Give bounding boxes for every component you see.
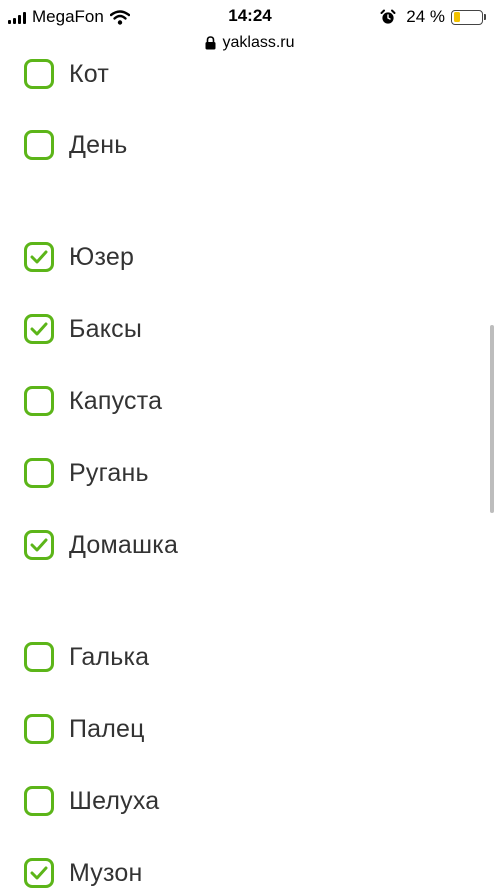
- option-label: Баксы: [69, 314, 142, 343]
- option-item[interactable]: Музон: [24, 855, 143, 891]
- option-label: Палец: [69, 714, 145, 743]
- option-label: День: [69, 130, 128, 159]
- checkbox[interactable]: [24, 530, 54, 560]
- checkmark-icon: [30, 866, 48, 880]
- checkbox[interactable]: [24, 386, 54, 416]
- option-item[interactable]: День: [24, 127, 127, 163]
- checkbox[interactable]: [24, 314, 54, 344]
- status-right: 24 %: [380, 7, 486, 27]
- option-item[interactable]: Баксы: [24, 311, 142, 347]
- checkbox[interactable]: [24, 858, 54, 888]
- option-item[interactable]: Капуста: [24, 383, 162, 419]
- alarm-clock-icon: [380, 9, 396, 25]
- option-item[interactable]: Палец: [24, 711, 145, 747]
- checkmark-icon: [30, 538, 48, 552]
- option-label: Ругань: [69, 458, 149, 487]
- checkbox[interactable]: [24, 242, 54, 272]
- battery-percent: 24 %: [406, 7, 445, 26]
- battery-icon: [451, 9, 483, 25]
- battery-level-fill: [453, 12, 460, 22]
- checkbox[interactable]: [24, 642, 54, 672]
- option-label: Галька: [69, 642, 150, 671]
- option-label: Домашка: [69, 530, 179, 559]
- url-text: yaklass.ru: [222, 34, 295, 51]
- checkbox[interactable]: [24, 714, 54, 744]
- option-label: Капуста: [69, 386, 163, 415]
- checkbox[interactable]: [24, 786, 54, 816]
- scrollbar[interactable]: [490, 325, 494, 513]
- answer-options-list: Кот День Юзер Баксы Капуста Ругань Домаш…: [0, 0, 500, 888]
- battery-cap: [484, 14, 486, 20]
- option-label: Юзер: [69, 242, 135, 271]
- option-item[interactable]: Домашка: [24, 527, 178, 563]
- checkmark-icon: [30, 322, 48, 336]
- checkmark-icon: [30, 250, 48, 264]
- address-bar[interactable]: yaklass.ru: [0, 32, 500, 54]
- checkbox[interactable]: [24, 59, 54, 89]
- option-item[interactable]: Ругань: [24, 455, 149, 491]
- lock-icon: [205, 36, 216, 50]
- option-label: Музон: [69, 858, 143, 887]
- checkbox[interactable]: [24, 130, 54, 160]
- option-label: Шелуха: [69, 786, 160, 815]
- option-item[interactable]: Кот: [24, 56, 109, 92]
- option-item[interactable]: Юзер: [24, 239, 134, 275]
- option-item[interactable]: Шелуха: [24, 783, 159, 819]
- status-bar: MegaFon 14:24 24 %: [0, 0, 500, 34]
- option-item[interactable]: Галька: [24, 639, 149, 675]
- option-label: Кот: [69, 59, 109, 88]
- checkbox[interactable]: [24, 458, 54, 488]
